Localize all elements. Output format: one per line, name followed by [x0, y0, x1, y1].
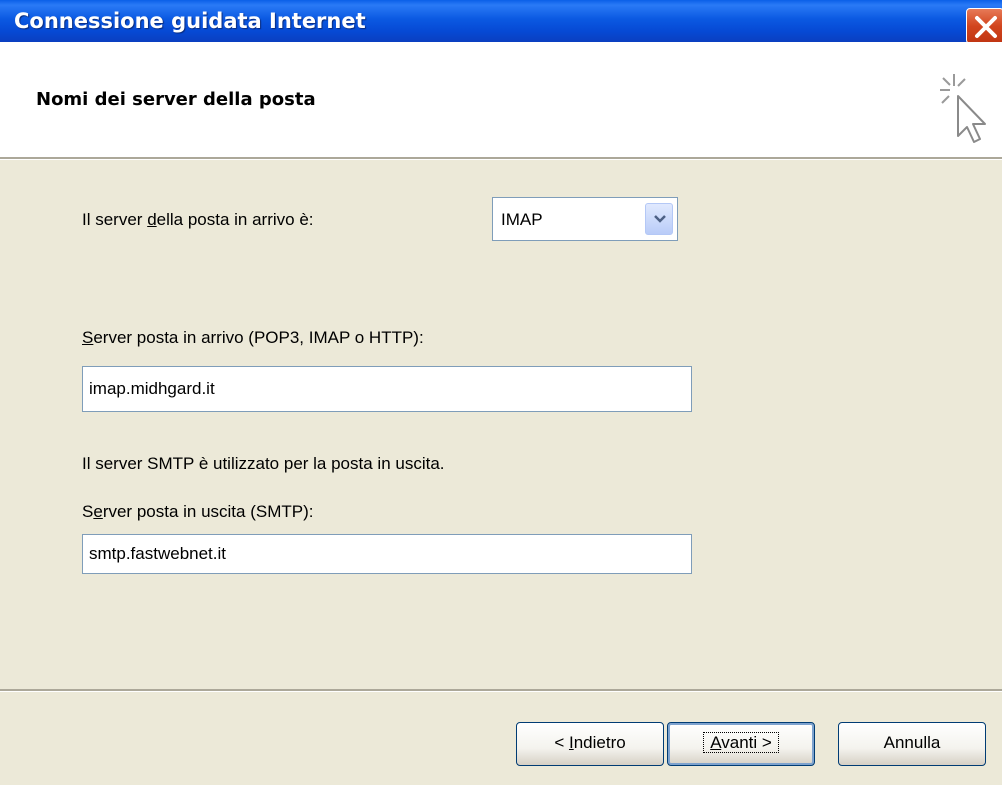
title-bar[interactable]: Connessione guidata Internet [0, 0, 1002, 44]
incoming-type-label: Il server della posta in arrivo è: [82, 210, 314, 229]
cancel-button[interactable]: Annulla [838, 722, 986, 766]
page-title: Nomi dei server della posta [36, 89, 316, 110]
chevron-down-icon [654, 215, 666, 223]
wizard-cursor-icon [934, 70, 994, 158]
close-icon [975, 16, 997, 38]
focus-rect: Avanti > [703, 732, 779, 753]
incoming-server-label: Server posta in arrivo (POP3, IMAP o HTT… [82, 328, 424, 347]
wizard-header: Nomi dei server della posta [0, 42, 1002, 158]
incoming-type-value: IMAP [501, 210, 543, 229]
outgoing-server-input[interactable] [82, 534, 692, 574]
next-button[interactable]: Avanti > [667, 722, 815, 766]
back-button[interactable]: < Indietro [516, 722, 664, 766]
header-divider [0, 157, 1002, 160]
wizard-window: Connessione guidata Internet Nomi dei se… [0, 0, 1002, 785]
incoming-server-input[interactable] [82, 366, 692, 412]
outgoing-server-label: Server posta in uscita (SMTP): [82, 502, 314, 521]
window-title: Connessione guidata Internet [14, 9, 366, 33]
footer-divider [0, 689, 1002, 692]
incoming-type-select[interactable]: IMAP [492, 197, 678, 241]
close-button[interactable] [966, 8, 1002, 44]
dropdown-button[interactable] [645, 203, 673, 235]
smtp-info-text: Il server SMTP è utilizzato per la posta… [82, 454, 445, 473]
